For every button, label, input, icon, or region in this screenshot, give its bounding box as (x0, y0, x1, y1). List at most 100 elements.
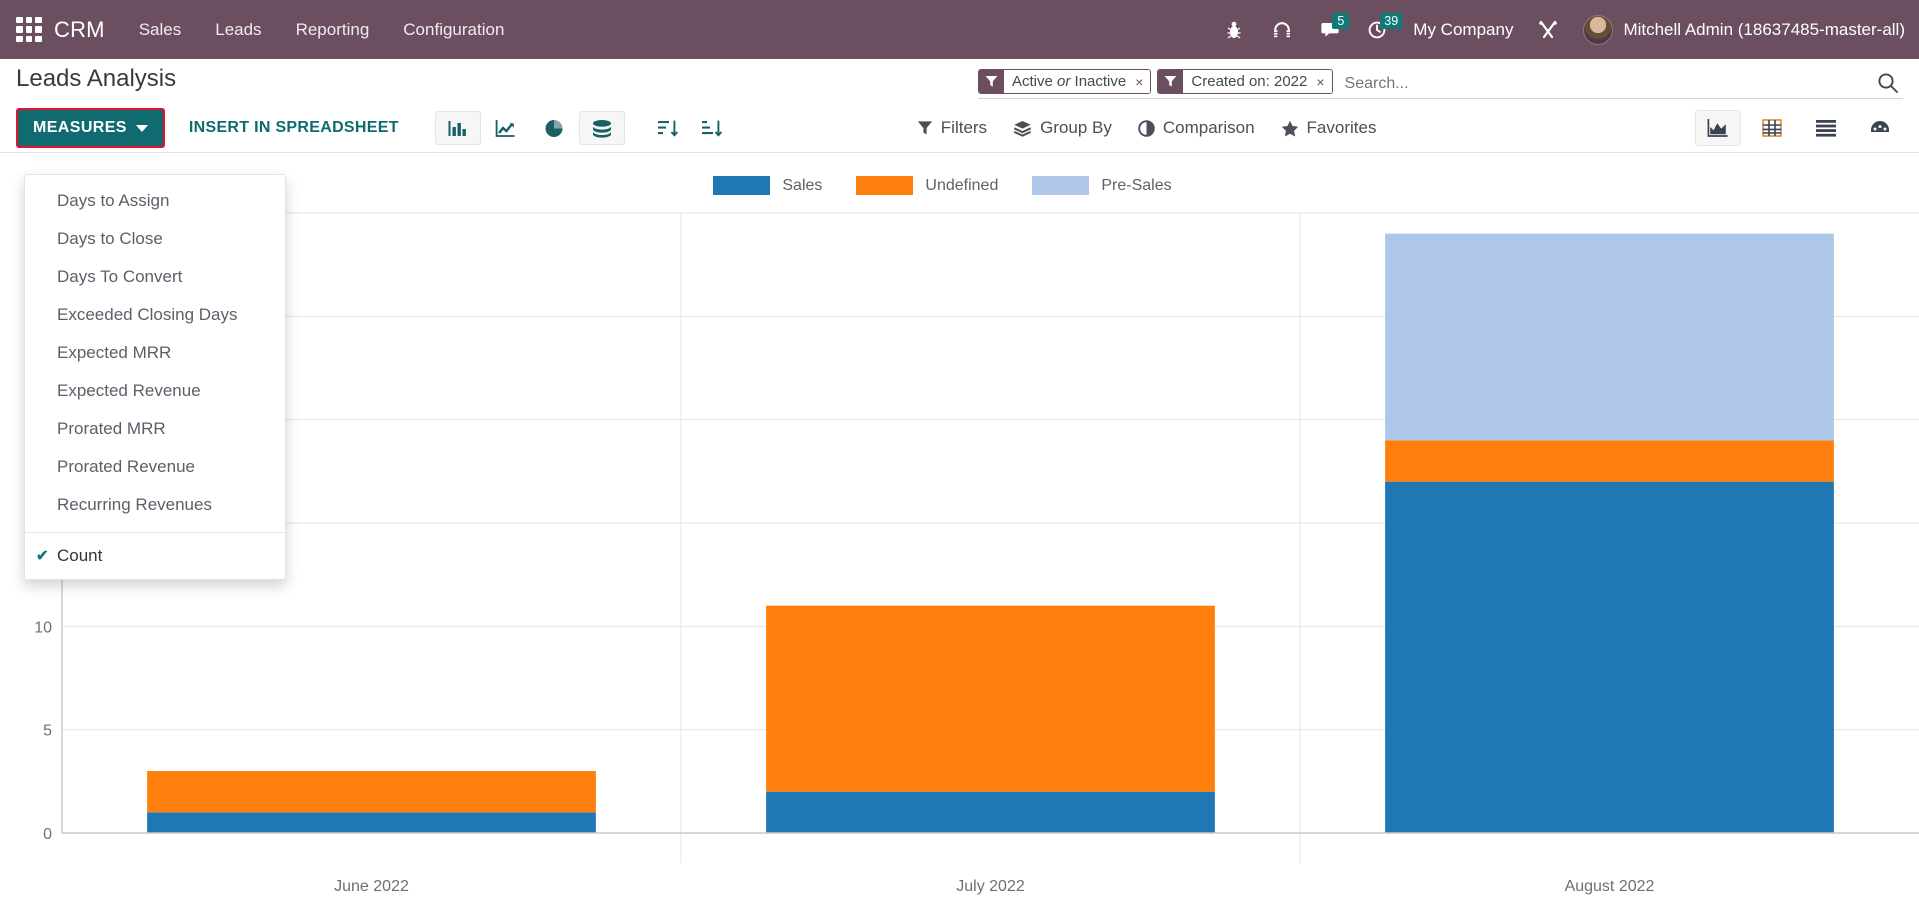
favorites-label: Favorites (1306, 118, 1377, 137)
measures-dropdown-menu: Days to Assign Days to Close Days To Con… (24, 174, 286, 580)
measure-item-prorated-mrr[interactable]: Prorated MRR (25, 410, 285, 448)
company-selector[interactable]: My Company (1413, 20, 1513, 40)
filter-funnel-icon (917, 121, 932, 135)
control-panel-top-row: Leads Analysis Active or Inactive × Crea… (0, 59, 1919, 104)
page-title: Leads Analysis (16, 65, 177, 92)
measure-item-expected-revenue[interactable]: Expected Revenue (25, 372, 285, 410)
search-input[interactable] (1338, 75, 1869, 96)
avatar (1583, 14, 1614, 45)
messages-count-badge: 5 (1332, 12, 1350, 29)
chevron-down-icon (135, 124, 148, 132)
graph-view: Sales Undefined Pre-Sales 051015202530Ju… (0, 153, 1919, 905)
sort-descending-icon[interactable] (651, 112, 685, 144)
line-chart-icon[interactable] (483, 111, 529, 145)
group-by-button[interactable]: Group By (1013, 118, 1112, 138)
svg-text:July 2022: July 2022 (956, 878, 1025, 895)
facet-remove-button[interactable]: × (1316, 75, 1324, 89)
svg-text:August 2022: August 2022 (1565, 878, 1655, 895)
svg-text:10: 10 (34, 619, 52, 636)
measure-item-prorated-revenue[interactable]: Prorated Revenue (25, 448, 285, 486)
measure-item-days-to-convert[interactable]: Days To Convert (25, 258, 285, 296)
apps-grid-icon[interactable] (16, 16, 42, 43)
graph-view-icon[interactable] (1695, 110, 1741, 146)
chart-legend: Sales Undefined Pre-Sales (0, 153, 1919, 195)
menu-item-configuration[interactable]: Configuration (403, 20, 504, 40)
stacked-icon[interactable] (578, 111, 625, 145)
search-bar: Active or Inactive × Created on: 2022 × (978, 59, 1903, 99)
legend-label: Sales (782, 176, 823, 194)
svg-text:June 2022: June 2022 (334, 878, 409, 895)
bug-icon[interactable] (1221, 17, 1247, 43)
facet-text: Active or Inactive (1012, 73, 1127, 90)
menu-divider (25, 532, 285, 533)
measures-button-label: MEASURES (33, 119, 127, 136)
top-navbar: CRM Sales Leads Reporting Configuration … (0, 0, 1919, 59)
measure-item-days-to-close[interactable]: Days to Close (25, 220, 285, 258)
star-icon (1281, 120, 1298, 136)
filter-funnel-icon (1158, 70, 1184, 93)
pie-chart-icon[interactable] (531, 111, 577, 145)
activities-count-badge: 39 (1380, 12, 1403, 29)
chart-plot-area: 051015202530June 2022July 2022August 202… (0, 211, 1919, 905)
comparison-label: Comparison (1162, 118, 1255, 137)
control-panel-bottom-row: MEASURES INSERT IN SPREADSHEET Filters G… (0, 104, 1919, 152)
facet-remove-button[interactable]: × (1135, 75, 1143, 89)
layers-icon (1013, 120, 1032, 137)
comparison-button[interactable]: Comparison (1138, 118, 1255, 138)
stacked-bar-chart[interactable]: 051015202530June 2022July 2022August 202… (0, 211, 1919, 905)
chat-bubble-icon[interactable]: 5 (1317, 12, 1350, 43)
menu-item-reporting[interactable]: Reporting (296, 20, 370, 40)
measures-highlight-frame: MEASURES (16, 108, 165, 148)
facet-active-or-inactive[interactable]: Active or Inactive × (978, 69, 1152, 94)
half-circle-icon (1138, 119, 1155, 137)
legend-item-undefined[interactable]: Undefined (856, 176, 998, 195)
wrench-screwdriver-icon[interactable] (1535, 17, 1561, 43)
legend-swatch (713, 176, 771, 195)
measure-item-exceeded-closing-days[interactable]: Exceeded Closing Days (25, 296, 285, 334)
measure-item-days-to-assign[interactable]: Days to Assign (25, 182, 285, 220)
headset-icon[interactable] (1269, 17, 1295, 43)
group-by-label: Group By (1040, 118, 1112, 137)
filter-funnel-icon (979, 70, 1004, 93)
measure-item-count-label: Count (57, 546, 103, 565)
favorites-button[interactable]: Favorites (1281, 118, 1377, 138)
legend-swatch (856, 176, 914, 195)
legend-label: Pre-Sales (1101, 176, 1172, 194)
clock-icon[interactable]: 39 (1365, 12, 1403, 43)
control-panel: Leads Analysis Active or Inactive × Crea… (0, 59, 1919, 153)
facet-label: Created on: 2022 × (1183, 70, 1332, 93)
username-label: Mitchell Admin (18637485-master-all) (1623, 19, 1905, 39)
view-switcher (1695, 110, 1903, 146)
app-brand-crm[interactable]: CRM (54, 17, 105, 43)
bar-chart-icon[interactable] (434, 111, 481, 145)
svg-text:0: 0 (43, 826, 52, 843)
search-dropdown-group: Filters Group By Comparison Favorites (917, 118, 1377, 138)
pivot-view-icon[interactable] (1749, 110, 1795, 146)
facet-created-on-2022[interactable]: Created on: 2022 × (1157, 69, 1333, 94)
measure-item-count[interactable]: ✔ Count (25, 537, 285, 575)
check-icon: ✔ (36, 547, 49, 565)
measure-item-expected-mrr[interactable]: Expected MRR (25, 334, 285, 372)
dashboard-view-icon[interactable] (1857, 110, 1903, 146)
user-menu[interactable]: Mitchell Admin (18637485-master-all) (1583, 14, 1905, 45)
main-menu: Sales Leads Reporting Configuration (139, 20, 505, 40)
search-facets: Active or Inactive × Created on: 2022 × (978, 69, 1339, 96)
navbar-right: 5 39 My Company Mitchell Admin (18637485… (1221, 12, 1905, 45)
measure-item-recurring-revenues[interactable]: Recurring Revenues (25, 486, 285, 524)
legend-swatch (1032, 176, 1090, 195)
menu-item-sales[interactable]: Sales (139, 20, 182, 40)
legend-item-sales[interactable]: Sales (713, 176, 822, 195)
facet-text: Created on: 2022 (1191, 73, 1308, 90)
list-view-icon[interactable] (1803, 110, 1849, 146)
svg-text:5: 5 (43, 723, 52, 740)
sort-ascending-icon[interactable] (695, 112, 729, 144)
legend-item-pre-sales[interactable]: Pre-Sales (1032, 176, 1172, 195)
measures-button[interactable]: MEASURES (18, 110, 163, 146)
insert-in-spreadsheet-button[interactable]: INSERT IN SPREADSHEET (175, 110, 413, 146)
chart-type-group (434, 111, 625, 145)
facet-label: Active or Inactive × (1004, 70, 1151, 93)
magnifier-icon[interactable] (1869, 72, 1903, 96)
menu-item-leads[interactable]: Leads (215, 20, 261, 40)
filters-button[interactable]: Filters (917, 118, 987, 138)
order-button-group (651, 112, 729, 144)
